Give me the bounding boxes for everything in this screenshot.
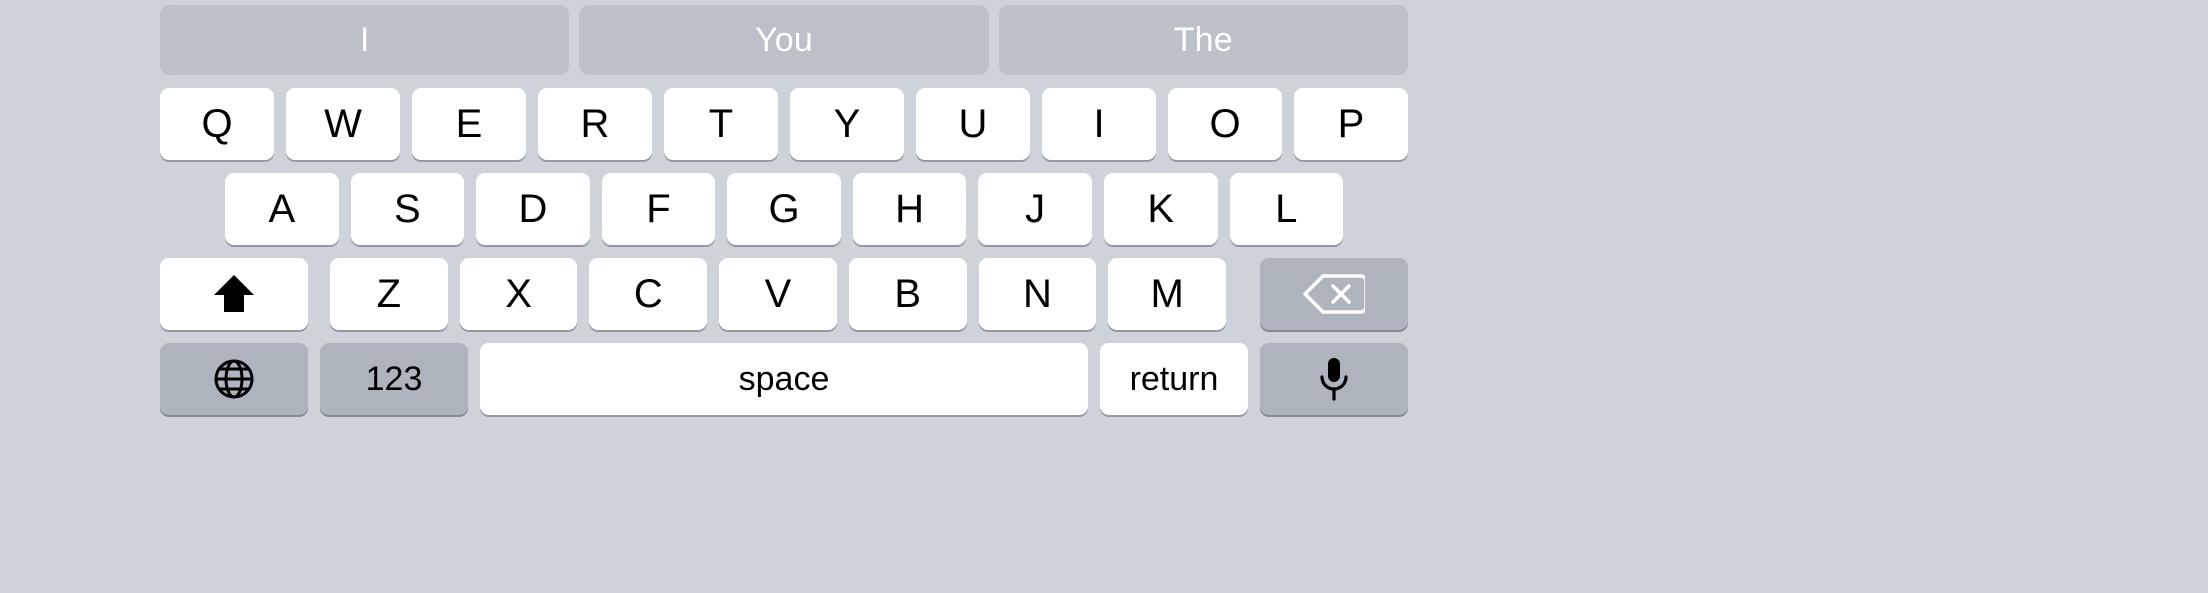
key-i[interactable]: I (1042, 88, 1156, 160)
globe-icon (212, 357, 256, 401)
key-d[interactable]: D (476, 173, 590, 245)
globe-key[interactable] (160, 343, 308, 415)
key-row-2: A S D F G H J K L (225, 173, 1344, 245)
backspace-key[interactable] (1260, 258, 1409, 330)
key-f[interactable]: F (601, 173, 716, 245)
key-z[interactable]: Z (330, 258, 448, 330)
key-b[interactable]: B (848, 258, 967, 330)
key-s[interactable]: S (350, 173, 465, 245)
key-j[interactable]: J (978, 173, 1092, 245)
microphone-key[interactable] (1260, 343, 1408, 415)
backspace-icon (1303, 272, 1366, 316)
key-a[interactable]: A (225, 173, 339, 245)
key-m[interactable]: M (1108, 258, 1227, 330)
key-o[interactable]: O (1168, 88, 1282, 160)
key-p[interactable]: P (1294, 88, 1408, 160)
numeric-key[interactable]: 123 (320, 343, 468, 415)
suggestion-item-3[interactable]: The (998, 5, 1408, 75)
key-row-1: Q W E R T Y U I O P (160, 88, 1408, 160)
key-u[interactable]: U (916, 88, 1030, 160)
key-r[interactable]: R (538, 88, 652, 160)
shift-key[interactable] (160, 258, 308, 330)
key-row-3: Z X C V B N M (160, 258, 1409, 330)
key-row-4: 123 space return (160, 343, 1408, 415)
key-k[interactable]: K (1103, 173, 1218, 245)
key-v[interactable]: V (719, 258, 837, 330)
predictive-text-bar: I You The (160, 5, 1408, 75)
suggestion-item-1[interactable]: I (160, 5, 570, 75)
microphone-icon (1317, 356, 1351, 402)
ios-keyboard: I You The Q W E R T Y U I O P A S D F G … (0, 0, 2208, 593)
key-x[interactable]: X (459, 258, 578, 330)
return-key[interactable]: return (1100, 343, 1248, 415)
key-w[interactable]: W (286, 88, 400, 160)
key-e[interactable]: E (412, 88, 526, 160)
key-l[interactable]: L (1229, 173, 1344, 245)
key-g[interactable]: G (727, 173, 841, 245)
shift-icon (211, 272, 257, 316)
key-y[interactable]: Y (790, 88, 904, 160)
key-h[interactable]: H (852, 173, 967, 245)
space-key[interactable]: space (480, 343, 1088, 415)
key-t[interactable]: T (664, 88, 778, 160)
key-c[interactable]: C (589, 258, 708, 330)
key-n[interactable]: N (978, 258, 1097, 330)
key-q[interactable]: Q (160, 88, 274, 160)
suggestion-item-2[interactable]: You (579, 5, 989, 75)
